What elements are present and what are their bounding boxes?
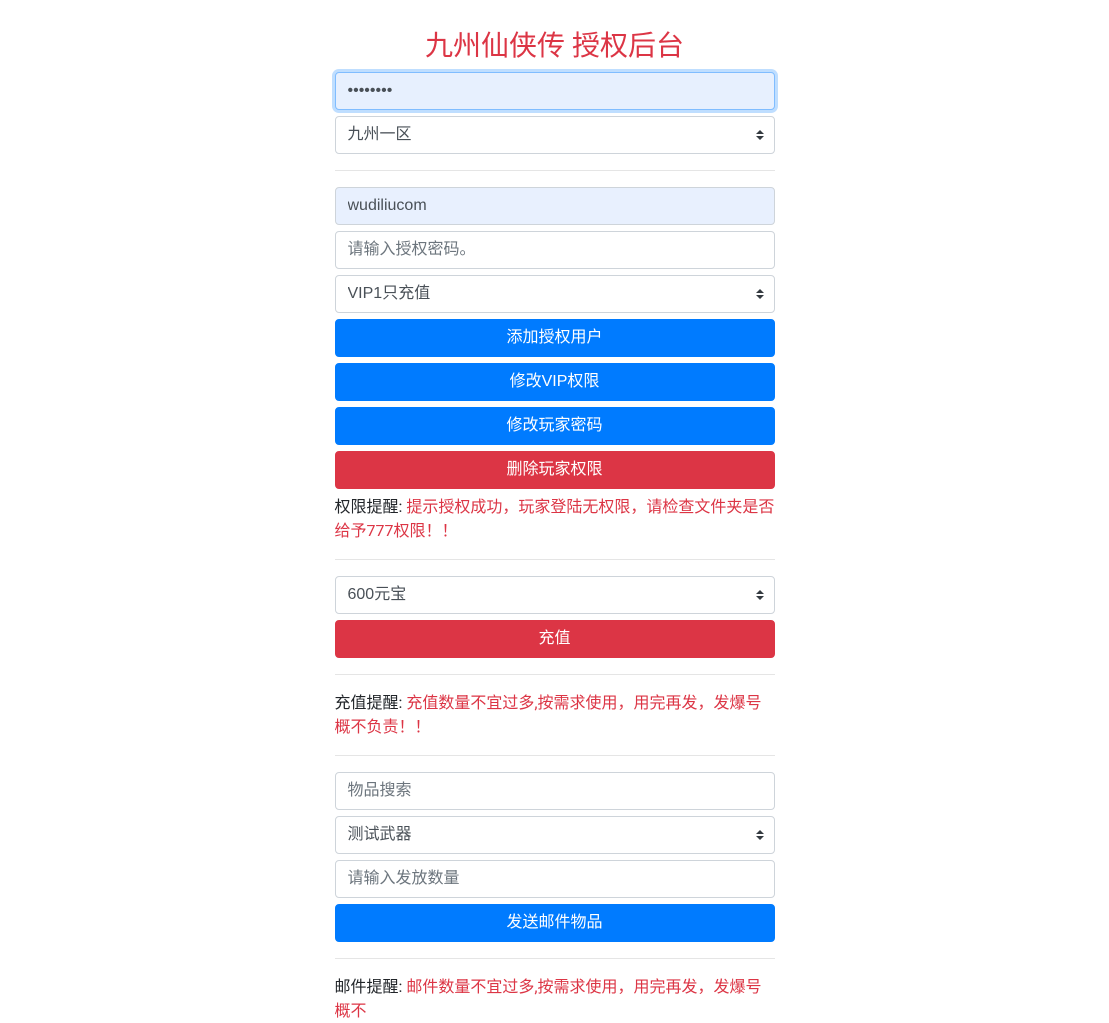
auth-password-input[interactable]	[335, 231, 775, 269]
modify-vip-button[interactable]: 修改VIP权限	[335, 363, 775, 401]
page-title: 九州仙侠传 授权后台	[335, 24, 775, 64]
permission-reminder-label: 权限提醒:	[335, 497, 407, 516]
yuanbao-select[interactable]: 600元宝	[335, 576, 775, 614]
divider	[335, 559, 775, 560]
recharge-button[interactable]: 充值	[335, 620, 775, 658]
item-select[interactable]: 测试武器	[335, 816, 775, 854]
permission-reminder: 权限提醒: 提示授权成功，玩家登陆无权限，请检查文件夹是否给予777权限！！	[335, 495, 775, 543]
divider	[335, 755, 775, 756]
server-select[interactable]: 九州一区	[335, 116, 775, 154]
divider	[335, 674, 775, 675]
delete-player-button[interactable]: 删除玩家权限	[335, 451, 775, 489]
mail-reminder-label: 邮件提醒:	[335, 977, 407, 996]
vip-select[interactable]: VIP1只充值	[335, 275, 775, 313]
divider	[335, 958, 775, 959]
divider	[335, 170, 775, 171]
recharge-reminder: 充值提醒: 充值数量不宜过多,按需求使用，用完再发，发爆号概不负责！！	[335, 691, 775, 739]
username-input[interactable]	[335, 187, 775, 225]
send-mail-button[interactable]: 发送邮件物品	[335, 904, 775, 942]
mail-reminder: 邮件提醒: 邮件数量不宜过多,按需求使用，用完再发，发爆号概不	[335, 975, 775, 1023]
modify-password-button[interactable]: 修改玩家密码	[335, 407, 775, 445]
quantity-input[interactable]	[335, 860, 775, 898]
item-search-input[interactable]	[335, 772, 775, 810]
add-auth-user-button[interactable]: 添加授权用户	[335, 319, 775, 357]
password-input[interactable]	[335, 72, 775, 110]
recharge-reminder-label: 充值提醒:	[335, 693, 407, 712]
